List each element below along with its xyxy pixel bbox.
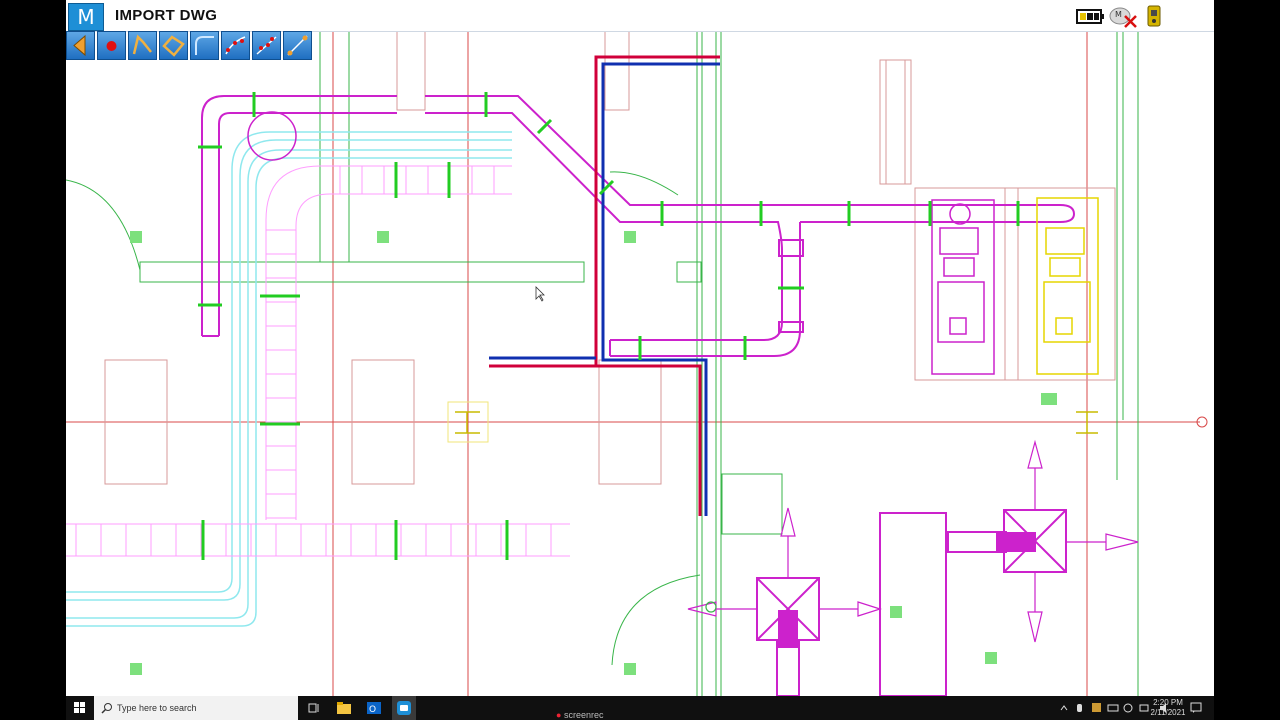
taskbar-clock: 2:20 PM 2/11/2021 [1148, 698, 1188, 718]
battery-icon [1076, 9, 1104, 24]
dwg-drawing-canvas[interactable] [66, 0, 1214, 696]
measure-line-icon[interactable] [283, 31, 312, 60]
svg-text:O: O [369, 705, 376, 715]
svg-text:M: M [1115, 10, 1122, 19]
windows-start-icon[interactable] [66, 696, 94, 720]
search-placeholder: Type here to search [117, 703, 197, 713]
taskbar-search-input[interactable]: Type here to search [94, 696, 298, 720]
fit-curve-icon[interactable] [252, 31, 281, 60]
device-icon[interactable] [1143, 4, 1165, 28]
app-logo[interactable]: M [68, 3, 104, 31]
drawing-toolbar [66, 31, 314, 63]
clock-date: 2/11/2021 [1150, 708, 1186, 717]
clock-time: 2:20 PM [1153, 698, 1183, 707]
fit-line-icon[interactable] [221, 31, 250, 60]
file-explorer-icon[interactable] [336, 700, 352, 716]
back-arrow-icon[interactable] [66, 31, 95, 60]
title-bar: M IMPORT DWG M [66, 0, 1214, 32]
notification-icon[interactable] [1190, 702, 1202, 714]
screenrec-watermark: ● screenrec [556, 710, 604, 720]
search-icon [101, 703, 112, 714]
task-view-icon[interactable] [306, 700, 322, 716]
outlook-icon[interactable]: O [366, 700, 382, 716]
polygon-icon[interactable] [159, 31, 188, 60]
screen-recorder-icon[interactable] [396, 700, 412, 716]
app-window: M IMPORT DWG M [66, 0, 1214, 696]
no-receiver-icon[interactable]: M [1109, 4, 1139, 28]
point-icon[interactable] [97, 31, 126, 60]
polyline-icon[interactable] [128, 31, 157, 60]
arc-icon[interactable] [190, 31, 219, 60]
taskbar: Type here to search O [66, 696, 1214, 720]
page-title: IMPORT DWG [115, 7, 218, 24]
